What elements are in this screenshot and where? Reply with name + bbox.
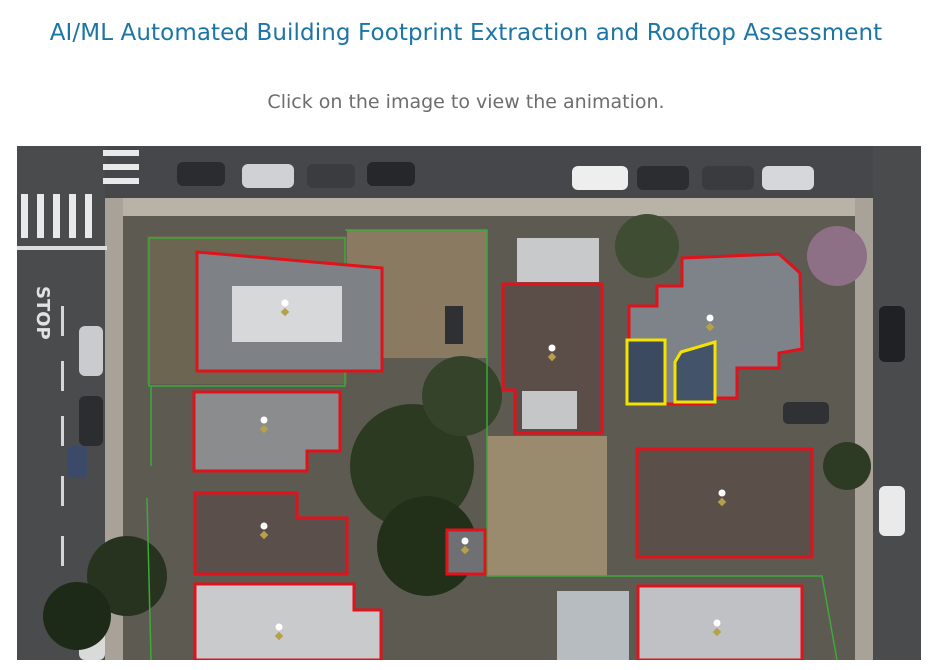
roof-unassessed: [557, 591, 629, 660]
right-street: [873, 146, 921, 660]
solar-panels-1: [625, 338, 667, 406]
solar-panels-2: [673, 339, 717, 404]
lot-bare: [487, 436, 607, 576]
tree: [615, 214, 679, 278]
svg-text:STOP: STOP: [32, 286, 53, 340]
building-1: [195, 250, 384, 373]
tree: [43, 582, 111, 650]
aerial-image[interactable]: STOP: [17, 146, 921, 660]
tree: [422, 356, 502, 436]
centroid-marker: [281, 299, 289, 307]
roof-unassessed: [517, 238, 599, 282]
roof-unassessed: [445, 306, 463, 344]
tree: [807, 226, 867, 286]
top-sidewalk: [105, 198, 873, 216]
tree: [823, 442, 871, 490]
animation-instruction: Click on the image to view the animation…: [267, 91, 665, 113]
building-4: [193, 582, 383, 660]
page-title: AI/ML Automated Building Footprint Extra…: [49, 20, 883, 46]
